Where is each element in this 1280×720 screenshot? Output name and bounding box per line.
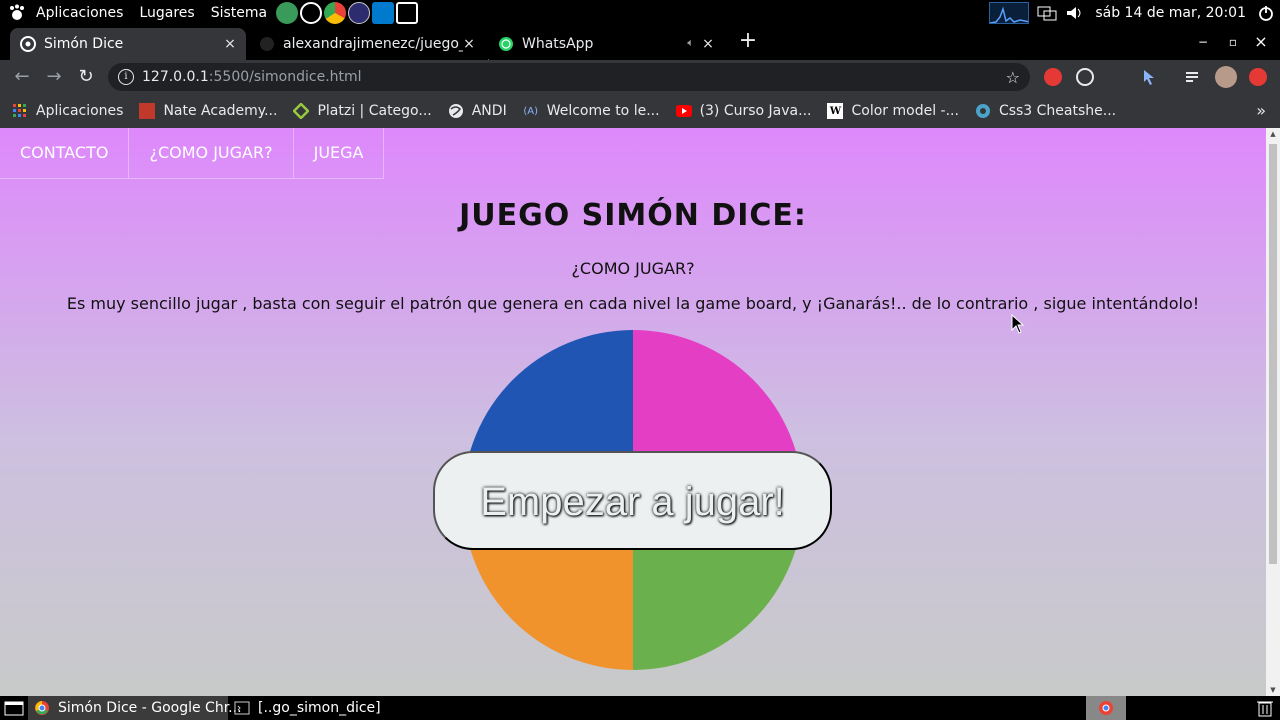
system-panel: Aplicaciones Lugares Sistema sáb 14 de m… <box>0 0 1280 25</box>
page-scrollbar[interactable]: ▲ ▼ <box>1266 128 1280 696</box>
site-nav: CONTACTO ¿COMO JUGAR? JUEGA <box>0 128 385 179</box>
tab-close-icon[interactable]: × <box>461 36 477 52</box>
gnome-foot-icon[interactable] <box>6 2 28 24</box>
bookmark-label: Platzi | Catego... <box>317 103 432 119</box>
chrome-favicon-icon <box>20 36 36 52</box>
bookmark-label: ANDI <box>471 103 507 119</box>
learn-icon: (A) <box>523 105 539 117</box>
tab-whatsapp[interactable]: WhatsApp 🔈︎ × <box>488 28 724 60</box>
forward-arrow-icon[interactable]: → <box>42 65 66 89</box>
globe-icon <box>448 103 464 119</box>
how-to-play-text: Es muy sencillo jugar , basta con seguir… <box>66 294 1200 313</box>
tab-simon-dice[interactable]: Simón Dice × <box>10 28 246 60</box>
bookmark-nate-academy[interactable]: Nate Academy... <box>131 97 285 125</box>
terminal-icon <box>234 700 250 716</box>
reload-icon[interactable]: ↻ <box>74 65 98 89</box>
bookmark-color-model[interactable]: W Color model -... <box>819 97 966 125</box>
chrome-icon <box>1099 701 1113 715</box>
cpu-monitor-graph <box>989 1 1030 24</box>
scroll-down-icon[interactable]: ▼ <box>1269 686 1277 694</box>
power-icon[interactable] <box>1254 2 1278 24</box>
start-game-button[interactable]: Empezar a jugar! <box>433 451 832 550</box>
extension-target-icon[interactable] <box>1076 68 1094 86</box>
chrome-icon <box>34 700 50 716</box>
nav-juega[interactable]: JUEGA <box>293 128 385 179</box>
scroll-thumb[interactable] <box>1269 144 1277 564</box>
nav-contacto[interactable]: CONTACTO <box>0 128 130 179</box>
more-bookmarks-icon[interactable]: » <box>1256 101 1266 120</box>
bookmark-platzi[interactable]: Platzi | Catego... <box>285 97 439 125</box>
screenshot-launcher-icon[interactable] <box>396 1 419 24</box>
bookmark-label: Css3 Cheatshe... <box>998 103 1117 119</box>
wikipedia-icon: W <box>827 103 844 119</box>
volume-icon[interactable] <box>1063 2 1087 24</box>
how-to-play-title: ¿COMO JUGAR? <box>571 259 695 278</box>
github-favicon-icon <box>259 36 275 52</box>
launcher-refresh-icon[interactable] <box>300 1 323 24</box>
bookmark-label: Welcome to le... <box>546 103 660 119</box>
trash-icon[interactable] <box>1256 699 1274 717</box>
workspace-switcher[interactable] <box>1086 696 1126 720</box>
bookmark-label: Nate Academy... <box>163 103 278 119</box>
tab-close-icon[interactable]: × <box>700 36 716 52</box>
tab-github[interactable]: alexandrajimenezc/juego_simon_dice × <box>249 28 485 60</box>
clock[interactable]: sáb 14 de mar, 20:01 <box>1089 5 1252 21</box>
profile-avatar[interactable] <box>1215 66 1237 88</box>
menu-sistema[interactable]: Sistema <box>203 0 275 25</box>
bookmark-label: Aplicaciones <box>36 103 124 119</box>
bookmark-welcome[interactable]: (A) Welcome to le... <box>515 97 668 125</box>
page-viewport: CONTACTO ¿COMO JUGAR? JUEGA JUEGO SIMÓN … <box>0 128 1266 696</box>
bookmark-curso-java[interactable]: (3) Curso Java... <box>668 97 820 125</box>
platzi-icon <box>293 103 310 119</box>
taskbar-item-chrome[interactable]: Simón Dice - Google Chr... <box>28 696 242 720</box>
maximize-button[interactable]: ▫ <box>1221 32 1245 52</box>
media-control-icon[interactable] <box>1184 68 1202 86</box>
taskbar-item-label: [..go_simon_dice] <box>258 700 381 716</box>
tab-close-icon[interactable]: × <box>222 36 238 52</box>
extension-cursor-icon[interactable] <box>1140 68 1158 86</box>
bookmark-andi[interactable]: ANDI <box>440 97 515 125</box>
chrome-launcher-icon[interactable] <box>324 1 347 24</box>
whatsapp-favicon-icon <box>498 36 514 52</box>
cheatsheet-icon <box>975 103 991 119</box>
apps-grid-icon <box>12 103 28 119</box>
vscode-launcher-icon[interactable] <box>372 1 395 24</box>
minimize-button[interactable]: − <box>1191 32 1215 52</box>
eclipse-launcher-icon[interactable] <box>348 1 371 24</box>
mouse-cursor-icon <box>1011 314 1025 334</box>
taskbar: Simón Dice - Google Chr... [..go_simon_d… <box>0 696 1280 720</box>
tab-title: Simón Dice <box>44 36 124 52</box>
site-info-icon[interactable]: i <box>118 69 134 85</box>
tab-audio-muted-icon[interactable]: 🔈︎ <box>687 36 694 50</box>
update-icon[interactable] <box>1249 68 1267 86</box>
nate-academy-icon <box>139 103 156 119</box>
bookmark-label: (3) Curso Java... <box>699 103 812 119</box>
bookmarks-bar: Aplicaciones Nate Academy... Platzi | Ca… <box>0 94 1280 128</box>
bookmark-aplicaciones[interactable]: Aplicaciones <box>0 97 131 125</box>
page-title: JUEGO SIMÓN DICE: <box>459 198 807 233</box>
taskbar-item-label: Simón Dice - Google Chr... <box>58 700 242 716</box>
extension-red-icon[interactable] <box>1044 68 1062 86</box>
back-arrow-icon[interactable]: ← <box>10 65 34 89</box>
url-text[interactable]: 127.0.0.1:5500/simondice.html <box>142 69 362 85</box>
bookmark-star-icon[interactable]: ☆ <box>1006 68 1020 87</box>
browser-toolbar: ← → ↻ i 127.0.0.1:5500/simondice.html ☆ <box>0 60 1280 94</box>
menu-aplicaciones[interactable]: Aplicaciones <box>28 0 131 25</box>
show-desktop-icon[interactable] <box>0 696 28 720</box>
network-icon[interactable] <box>1035 2 1059 24</box>
taskbar-item-terminal[interactable]: [..go_simon_dice] <box>228 696 387 720</box>
launcher-green-icon[interactable] <box>276 1 299 24</box>
tab-title: alexandrajimenezc/juego_simon_dice <box>283 36 463 52</box>
tab-strip: Simón Dice × alexandrajimenezc/juego_sim… <box>0 25 1280 77</box>
address-bar[interactable]: i 127.0.0.1:5500/simondice.html ☆ <box>108 63 1030 91</box>
bookmark-label: Color model -... <box>851 103 959 119</box>
menu-lugares[interactable]: Lugares <box>131 0 202 25</box>
scroll-up-icon[interactable]: ▲ <box>1269 130 1277 138</box>
tab-title: WhatsApp <box>522 36 594 52</box>
close-window-button[interactable]: × <box>1249 32 1273 52</box>
bookmark-css3-cheatsheet[interactable]: Css3 Cheatshe... <box>967 97 1124 125</box>
nav-como-jugar[interactable]: ¿COMO JUGAR? <box>129 128 294 179</box>
new-tab-button[interactable]: + <box>736 30 760 54</box>
youtube-icon <box>675 103 692 119</box>
